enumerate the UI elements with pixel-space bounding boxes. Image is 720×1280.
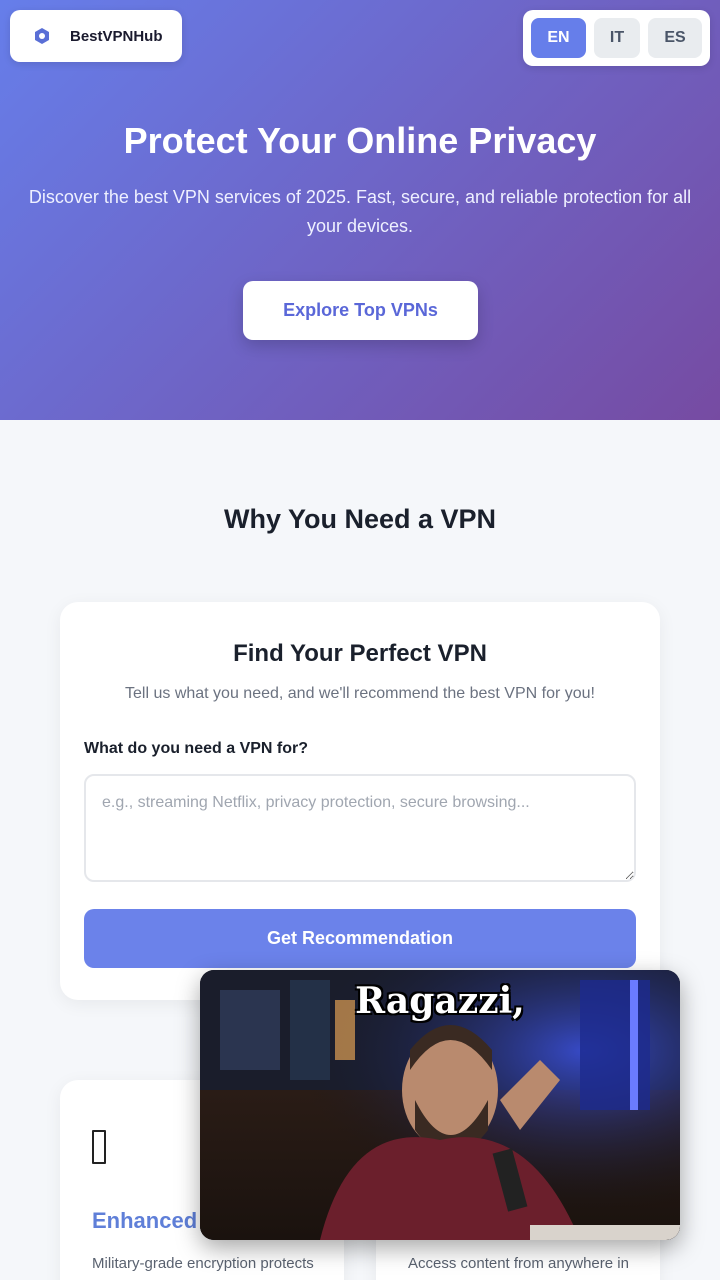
- language-en-button[interactable]: EN: [531, 18, 586, 58]
- video-caption: Ragazzi,: [355, 980, 525, 1022]
- language-es-button[interactable]: ES: [648, 18, 702, 58]
- brand-logo-link[interactable]: BestVPNHub: [10, 10, 182, 62]
- vpn-finder-card: Find Your Perfect VPN Tell us what you n…: [60, 602, 660, 1000]
- finder-title: Find Your Perfect VPN: [233, 640, 487, 667]
- hero-subtitle: Discover the best VPN services of 2025. …: [28, 187, 692, 236]
- feature-description: Military-grade encryption protects: [92, 1255, 314, 1272]
- explore-top-vpns-button[interactable]: Explore Top VPNs: [243, 281, 478, 340]
- hero-title: Protect Your Online Privacy: [123, 120, 597, 161]
- need-question-label: What do you need a VPN for?: [84, 740, 309, 757]
- feature-description: Access content from anywhere in: [408, 1255, 629, 1272]
- language-it-button[interactable]: IT: [594, 18, 640, 58]
- missing-glyph-icon: [92, 1130, 106, 1164]
- get-recommendation-button[interactable]: Get Recommendation: [84, 909, 636, 968]
- language-switcher: EN IT ES: [523, 10, 710, 66]
- shield-icon: [35, 28, 49, 44]
- vpn-need-input[interactable]: [84, 774, 636, 882]
- brand-name: BestVPNHub: [70, 27, 163, 45]
- finder-description: Tell us what you need, and we'll recomme…: [125, 685, 595, 702]
- video-overlay-player[interactable]: Ragazzi,: [200, 970, 680, 1240]
- hero-section: BestVPNHub EN IT ES Protect Your Online …: [0, 0, 720, 420]
- feature-title: Enhanced: [92, 1208, 198, 1233]
- section-title: Why You Need a VPN: [223, 504, 497, 534]
